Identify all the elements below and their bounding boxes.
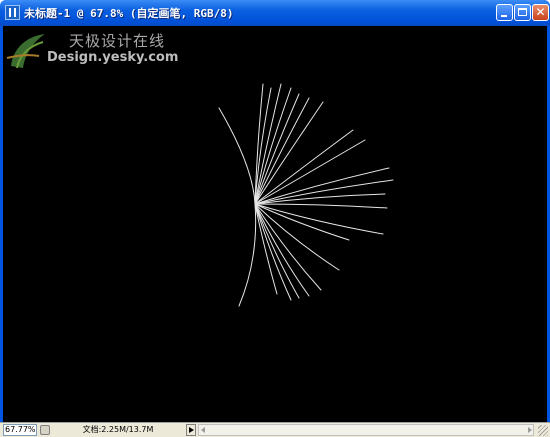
brush-stroke xyxy=(218,107,256,205)
close-icon: ✕ xyxy=(535,5,546,19)
title-bar[interactable]: 未标题-1 @ 67.8% (自定画笔, RGB/8) ✕ xyxy=(0,0,550,26)
document-size-info: 文档:2.25M/13.7M xyxy=(82,425,154,434)
minimize-icon xyxy=(501,15,507,17)
maximize-button[interactable] xyxy=(514,4,531,21)
brush-strokes xyxy=(218,83,394,307)
status-bar: 67.77% 文档:2.25M/13.7M xyxy=(0,422,550,437)
document-window: 未标题-1 @ 67.8% (自定画笔, RGB/8) ✕ 天极设计在线 Des… xyxy=(0,0,550,437)
document-icon[interactable] xyxy=(5,5,20,20)
resize-grip-icon[interactable] xyxy=(538,425,548,436)
image-canvas[interactable]: 天极设计在线 Design.yesky.com xyxy=(3,26,547,422)
scroll-right-icon[interactable] xyxy=(526,425,534,435)
zoom-field[interactable]: 67.77% xyxy=(3,424,37,436)
brush-stroke xyxy=(254,139,366,205)
horizontal-scrollbar[interactable] xyxy=(198,424,534,436)
minimize-button[interactable] xyxy=(496,4,513,21)
brush-stroke xyxy=(254,203,388,209)
brush-stroke xyxy=(238,203,257,307)
navigator-icon[interactable] xyxy=(40,425,50,435)
window-title: 未标题-1 @ 67.8% (自定画笔, RGB/8) xyxy=(24,7,234,20)
brush-stroke xyxy=(254,203,310,297)
maximize-icon xyxy=(518,8,527,16)
brush-stroke xyxy=(254,193,386,205)
brush-stroke xyxy=(254,203,350,241)
status-menu-arrow-button[interactable] xyxy=(186,424,196,436)
brush-stroke xyxy=(254,129,354,205)
scroll-left-icon[interactable] xyxy=(200,425,208,435)
close-button[interactable]: ✕ xyxy=(532,4,549,21)
